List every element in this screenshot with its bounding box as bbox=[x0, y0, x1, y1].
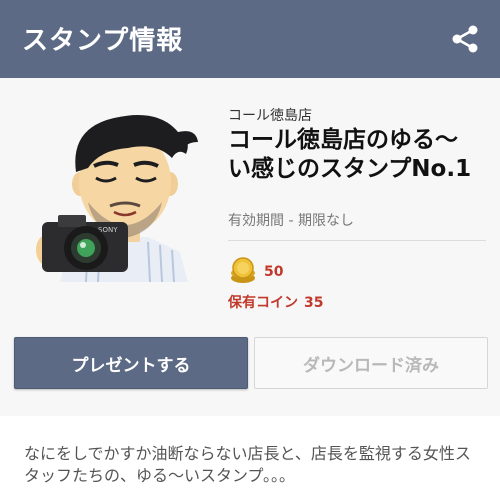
downloaded-button[interactable]: ダウンロード済み bbox=[254, 337, 488, 389]
sticker-description: なにをしでかすか油断ならない店長と、店長を監視する女性スタッフたちの、ゆる〜いス… bbox=[24, 444, 471, 485]
validity-period: 有効期間 - 期限なし bbox=[228, 213, 354, 229]
coin-icon bbox=[231, 257, 255, 283]
share-icon[interactable] bbox=[448, 22, 482, 56]
present-button[interactable]: プレゼントする bbox=[14, 337, 248, 389]
page-title: スタンプ情報 bbox=[22, 26, 184, 56]
owned-coins-label: 保有コイン bbox=[228, 295, 298, 311]
sticker-info-panel: SONY コール徳島店 コール徳島店のゆる〜い感じのスタンプNo.1 有効期間 … bbox=[0, 78, 500, 416]
sticker-character-image: SONY bbox=[36, 115, 198, 282]
owned-coins-value: 35 bbox=[304, 295, 324, 311]
app-header: スタンプ情報 bbox=[0, 0, 500, 78]
author-name[interactable]: コール徳島店 bbox=[228, 105, 312, 125]
owned-coins: 保有コイン 35 bbox=[228, 292, 323, 312]
divider bbox=[228, 240, 486, 241]
price-value: 50 bbox=[264, 264, 284, 280]
sticker-title: コール徳島店のゆる〜い感じのスタンプNo.1 bbox=[228, 127, 472, 182]
